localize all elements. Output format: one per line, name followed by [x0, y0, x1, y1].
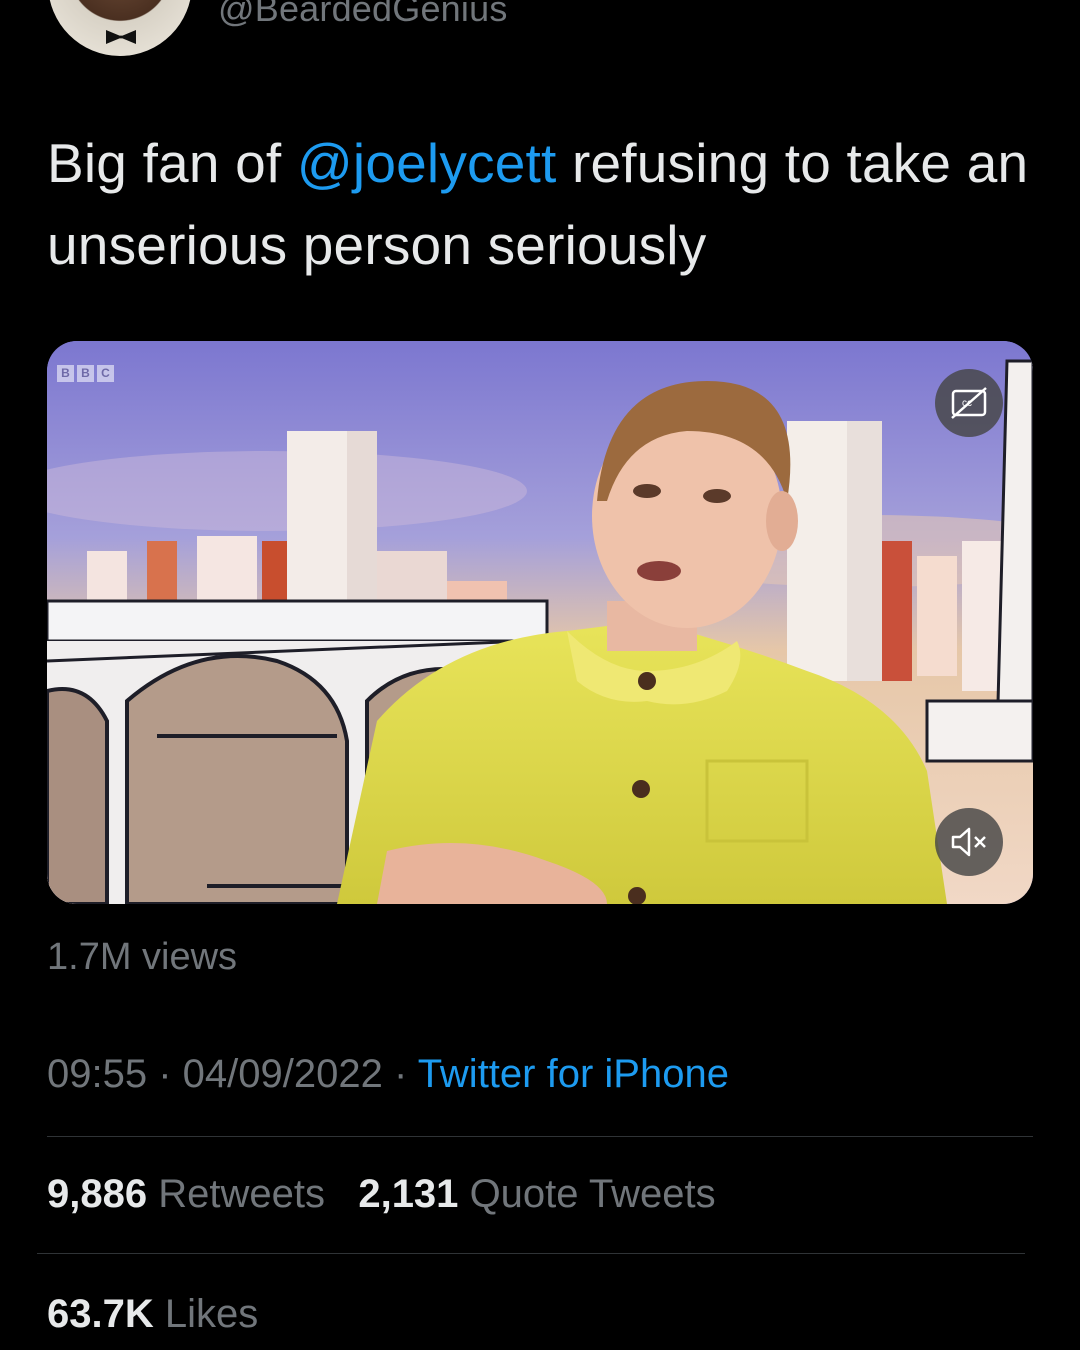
divider — [37, 1253, 1025, 1254]
view-count: 1.7M views — [47, 936, 238, 978]
avatar[interactable] — [48, 0, 192, 56]
engagement-stats: 9,886 Retweets 2,131 Quote Tweets — [47, 1172, 716, 1217]
meta-separator: · — [382, 1052, 418, 1096]
mention-link[interactable]: @joelycett — [297, 132, 557, 194]
tweet-time: 09:55 — [47, 1052, 148, 1096]
bbc-logo-letter: B — [77, 365, 94, 382]
bbc-logo-letter: C — [97, 365, 114, 382]
retweets-count: 9,886 — [47, 1172, 148, 1216]
volume-muted-icon — [951, 827, 986, 857]
retweets-link[interactable]: 9,886 Retweets — [47, 1172, 325, 1216]
video-frame — [47, 341, 1033, 904]
likes-count: 63.7K — [47, 1292, 154, 1336]
likes-link[interactable]: 63.7K Likes — [47, 1292, 258, 1337]
tweet-meta: 09:55 · 04/09/2022 · Twitter for iPhone — [47, 1052, 729, 1097]
meta-separator: · — [147, 1052, 183, 1096]
quote-tweets-count: 2,131 — [358, 1172, 459, 1216]
quote-tweets-label: Quote Tweets — [469, 1172, 716, 1216]
quote-tweets-link[interactable]: 2,131 Quote Tweets — [358, 1172, 715, 1216]
bbc-logo: B B C — [57, 365, 114, 382]
closed-captions-button[interactable]: cc — [935, 369, 1003, 437]
tweet-text: Big fan of @joelycett refusing to take a… — [47, 122, 1037, 286]
author-handle[interactable]: @BeardedGenius — [218, 0, 508, 30]
video-player[interactable]: B B C cc — [47, 341, 1033, 904]
tweet-source-link[interactable]: Twitter for iPhone — [418, 1052, 729, 1096]
mute-button[interactable] — [935, 808, 1003, 876]
closed-captions-off-icon: cc — [951, 387, 987, 419]
likes-label: Likes — [164, 1292, 259, 1336]
bowtie-detail — [106, 30, 136, 44]
retweets-label: Retweets — [158, 1172, 325, 1216]
tweet-date: 04/09/2022 — [182, 1052, 383, 1096]
divider — [47, 1136, 1033, 1137]
tweet-text-before: Big fan of — [47, 132, 297, 194]
bbc-logo-letter: B — [57, 365, 74, 382]
